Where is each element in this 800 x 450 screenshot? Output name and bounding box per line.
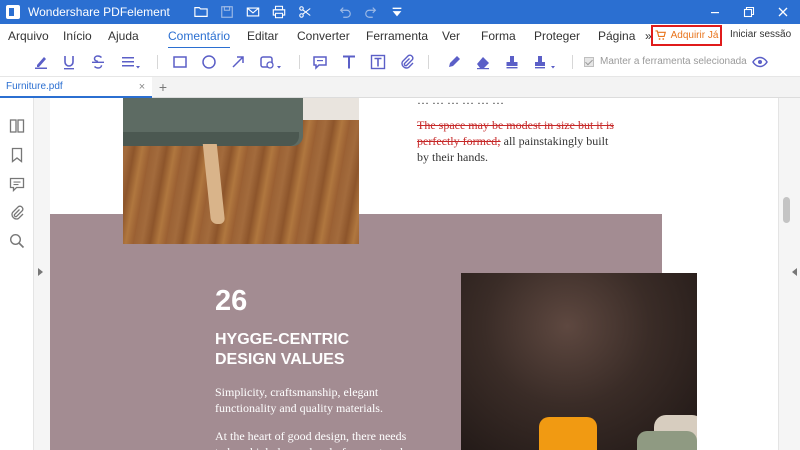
- minimize-icon[interactable]: [698, 0, 732, 24]
- undo-icon[interactable]: [332, 0, 358, 24]
- menu-ajuda[interactable]: Ajuda: [108, 29, 139, 43]
- note-icon[interactable]: [310, 52, 330, 72]
- section-paragraph-2: At the heart of good design, there needs…: [215, 429, 407, 450]
- expand-left-icon[interactable]: [38, 268, 43, 276]
- login-link[interactable]: Iniciar sessão: [730, 29, 791, 40]
- keep-tool-label: Manter a ferramenta selecionada: [600, 56, 747, 67]
- menu-editar[interactable]: Editar: [247, 29, 278, 43]
- menu-pagina[interactable]: Página: [598, 29, 635, 43]
- photo-orange-chair: [539, 417, 597, 450]
- comment-toolbar: Manter a ferramenta selecionada: [0, 48, 800, 76]
- search-icon[interactable]: [9, 233, 25, 249]
- attachment-icon[interactable]: [397, 52, 417, 72]
- section-paragraph-1: Simplicity, craftsmanship, elegant funct…: [215, 385, 383, 415]
- chair-photo: [123, 98, 359, 244]
- document-tabs: Furniture.pdf × +: [0, 76, 800, 98]
- title-bar: Wondershare PDFelement: [0, 0, 800, 24]
- app-logo-icon: [6, 5, 20, 19]
- toolbar-separator: [318, 0, 332, 24]
- textbox-icon[interactable]: [368, 52, 388, 72]
- thumbnails-icon[interactable]: [9, 118, 25, 134]
- section-number: 26: [215, 285, 248, 317]
- signature-dropdown-icon[interactable]: [531, 52, 559, 72]
- redo-icon[interactable]: [358, 0, 384, 24]
- toolbar-separator: [157, 55, 158, 69]
- left-collapse-strip: [34, 98, 50, 450]
- print-icon[interactable]: [266, 0, 292, 24]
- quick-access-toolbar: [188, 0, 410, 24]
- annotated-paragraph[interactable]: The space may be modest in size but it i…: [417, 117, 617, 165]
- rectangle-icon[interactable]: [170, 52, 190, 72]
- app-title: Wondershare PDFelement: [28, 5, 170, 19]
- menu-ver[interactable]: Ver: [442, 29, 460, 43]
- vertical-scrollbar-thumb[interactable]: [783, 197, 790, 223]
- menu-converter[interactable]: Converter: [297, 29, 350, 43]
- scissors-icon[interactable]: [292, 0, 318, 24]
- shape-dropdown-icon[interactable]: [257, 52, 285, 72]
- folder-icon[interactable]: [188, 0, 214, 24]
- eraser-icon[interactable]: [473, 52, 493, 72]
- bookmark-icon[interactable]: [9, 147, 25, 163]
- section-heading: HYGGE-CENTRIC DESIGN VALUES: [215, 331, 350, 368]
- stamp-icon[interactable]: [502, 52, 522, 72]
- menu-inicio[interactable]: Início: [63, 29, 92, 43]
- photo-green-chair: [637, 431, 697, 450]
- tab-close-icon[interactable]: ×: [136, 81, 148, 93]
- highlight-icon[interactable]: [31, 52, 51, 72]
- menu-ferramenta[interactable]: Ferramenta: [366, 29, 428, 43]
- mail-icon[interactable]: [240, 0, 266, 24]
- save-icon[interactable]: [214, 0, 240, 24]
- menu-comentario[interactable]: Comentário: [168, 29, 231, 49]
- attachments-panel-icon[interactable]: [9, 205, 25, 221]
- text-markup-dropdown-icon[interactable]: [118, 52, 144, 72]
- toolbar-separator: [572, 55, 573, 69]
- tab-furniture-pdf[interactable]: Furniture.pdf ×: [0, 77, 152, 98]
- buy-now-label: Adquirir Já: [670, 30, 719, 41]
- toolbar-separator: [428, 55, 429, 69]
- strikethrough-icon[interactable]: [88, 52, 108, 72]
- keep-tool-selected[interactable]: Manter a ferramenta selecionada: [584, 56, 747, 67]
- restore-icon[interactable]: [732, 0, 766, 24]
- interior-photo: [461, 273, 697, 450]
- menu-proteger[interactable]: Proteger: [534, 29, 580, 43]
- typewriter-icon[interactable]: [339, 52, 359, 72]
- comments-panel-icon[interactable]: [9, 176, 25, 193]
- right-scroll-strip: [778, 98, 800, 450]
- toolbar-separator: [299, 55, 300, 69]
- keep-tool-checkbox[interactable]: [584, 56, 594, 67]
- dropdown-icon[interactable]: [384, 0, 410, 24]
- close-icon[interactable]: [766, 0, 800, 24]
- menu-arquivo[interactable]: Arquivo: [8, 29, 49, 43]
- menu-forma[interactable]: Forma: [481, 29, 516, 43]
- underline-icon[interactable]: [59, 52, 79, 72]
- pencil-icon[interactable]: [444, 52, 464, 72]
- cut-off-text: … … … … … …: [417, 98, 504, 107]
- buy-now-button[interactable]: Adquirir Já: [651, 25, 722, 46]
- document-page: … … … … … … The space may be modest in s…: [50, 98, 778, 450]
- add-tab-icon[interactable]: +: [157, 79, 169, 95]
- window-controls: [698, 0, 800, 24]
- expand-right-icon[interactable]: [792, 268, 797, 276]
- tab-label: Furniture.pdf: [6, 81, 63, 92]
- arrow-icon[interactable]: [228, 52, 248, 72]
- left-sidebar: [0, 98, 34, 450]
- oval-icon[interactable]: [199, 52, 219, 72]
- eye-icon[interactable]: [750, 52, 770, 72]
- cart-icon: [655, 30, 666, 40]
